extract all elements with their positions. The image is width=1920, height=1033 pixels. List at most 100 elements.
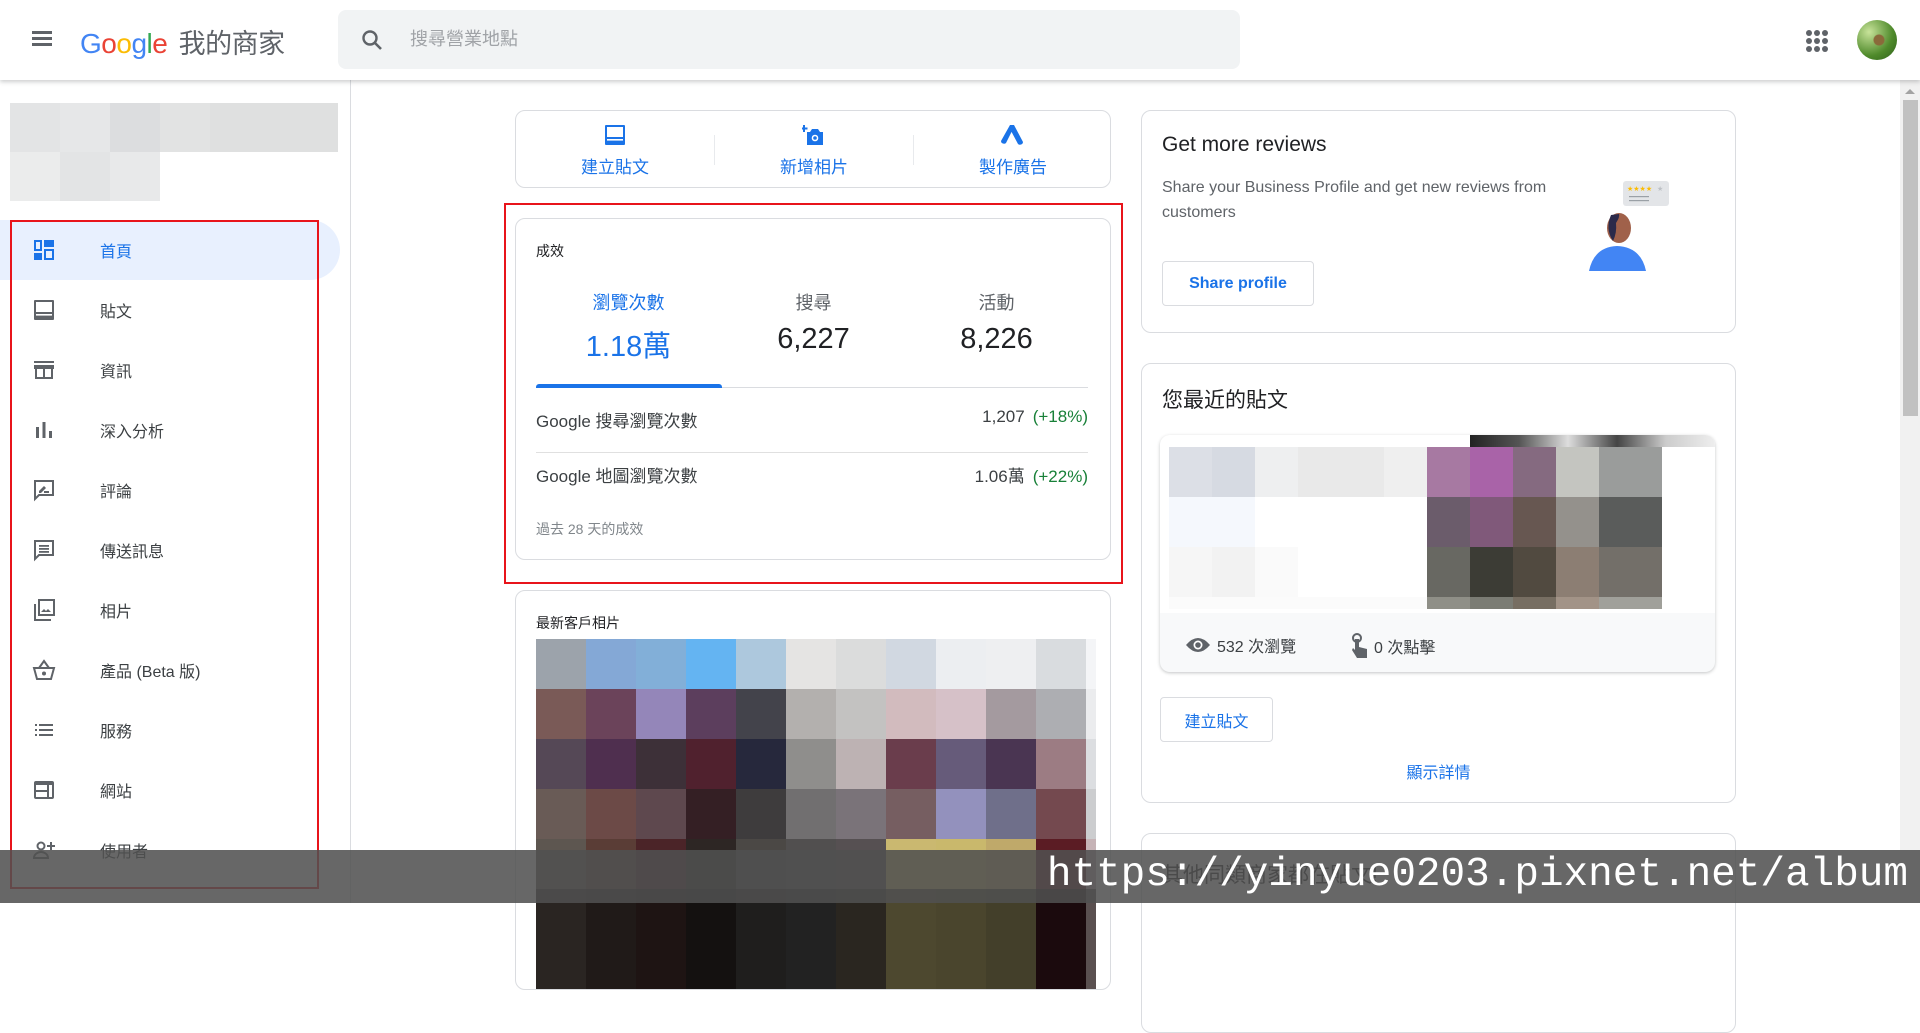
google-ads-icon [1001,125,1023,145]
sidebar-item-label: 評論 [100,484,133,501]
apps-grid-icon[interactable] [1806,30,1828,52]
photo-pixel [786,689,836,739]
post-image-pixel [1642,597,1662,609]
sidebar-item-posts[interactable]: 貼文 [0,280,340,340]
post-image-pixel [1470,497,1513,547]
photo-pixel [836,789,886,839]
photo-pixel [636,639,686,689]
add-photo-action[interactable]: 新增相片 [715,111,913,189]
storefront-icon [34,361,54,379]
sidebar-item-info[interactable]: 資訊 [0,340,340,400]
search-input[interactable] [410,10,1210,69]
post-icon [605,125,625,145]
search-icon[interactable] [360,28,384,52]
post-image-pixel [1255,547,1298,597]
post-image-pixel [1642,497,1662,547]
sidebar-nav: 首頁 貼文 資訊 深入分析 評論 傳送訊息 相片 產品 (Beta 版) 服務 … [0,220,340,880]
app-header: Google 我的商家 [0,0,1920,80]
post-image-pixel [1556,497,1599,547]
share-profile-button[interactable]: Share profile [1162,261,1314,306]
metric-value: 1,207 [982,407,1025,426]
sidebar-item-label: 資訊 [100,364,133,381]
photo-pixel [686,639,736,689]
search-bar[interactable] [338,10,1240,69]
photo-pixel [936,739,986,789]
sidebar-item-insights[interactable]: 深入分析 [0,400,340,460]
post-image-pixel [1470,447,1513,497]
post-image-pixel [1427,497,1470,547]
customer-photos-card: 最新客戶相片 [515,590,1111,990]
post-image-pixel [1298,447,1341,497]
account-avatar[interactable] [1857,20,1897,60]
logo-letter: e [152,28,168,59]
post-image-pixel [1642,447,1662,497]
post-image-pixel [1599,497,1642,547]
quick-actions-card: 建立貼文 新增相片 製作廣告 [515,110,1111,188]
sidebar-item-website[interactable]: 網站 [0,760,340,820]
create-ad-action[interactable]: 製作廣告 [914,111,1112,189]
photo-pixel [1036,639,1086,689]
sidebar-item-label: 貼文 [100,304,133,321]
customer-photos-grid[interactable] [536,639,1096,989]
vertical-scrollbar[interactable] [1900,80,1920,903]
watermark-text: https://yinyue0203.pixnet.net/album [1046,852,1908,898]
post-icon [34,300,54,320]
hamburger-menu-icon[interactable] [30,28,54,52]
post-image-pixel [1470,597,1513,609]
performance-card: 成效 瀏覽次數 1.18萬 搜尋 6,227 活動 8,226 Google 搜… [515,218,1111,560]
post-preview[interactable]: 532 次瀏覽 0 次點擊 [1160,435,1715,672]
create-post-action[interactable]: 建立貼文 [516,111,714,189]
photo-pixel [836,739,886,789]
photo-pixel [786,789,836,839]
scroll-up-arrow-icon[interactable] [1905,89,1915,94]
sidebar-item-photos[interactable]: 相片 [0,580,340,640]
tab-label: 活動 [978,293,1015,313]
product-name: 我的商家 [178,29,286,59]
sidebar-item-messages[interactable]: 傳送訊息 [0,520,340,580]
photo-pixel [586,939,636,989]
google-my-business-logo[interactable]: Google 我的商家 [80,22,285,61]
photo-pixel [586,739,636,789]
tab-searches[interactable]: 搜尋 6,227 [721,289,906,379]
photo-pixel [586,689,636,739]
post-image-pixel [1341,497,1384,547]
tab-views[interactable]: 瀏覽次數 1.18萬 [536,289,721,379]
create-post-button[interactable]: 建立貼文 [1160,697,1273,742]
photo-pixel [636,689,686,739]
photo-pixel [886,739,936,789]
photo-pixel [736,939,786,989]
metric-row: Google 搜尋瀏覽次數 1,207 (+18%) [536,389,1088,444]
sidebar-item-home[interactable]: 首頁 [0,220,340,280]
scrollbar-thumb[interactable] [1903,100,1918,416]
sidebar-item-label: 服務 [100,724,133,741]
sidebar-item-services[interactable]: 服務 [0,700,340,760]
post-image-pixel [1255,447,1298,497]
photo-pixel [836,689,886,739]
tab-activity[interactable]: 活動 8,226 [904,289,1089,379]
sidebar-item-products[interactable]: 產品 (Beta 版) [0,640,340,700]
post-image-pixel [1212,497,1255,547]
photo-pixel [1086,789,1096,839]
photo-pixel [936,939,986,989]
post-image-pixel [1599,447,1642,497]
post-stats: 532 次瀏覽 0 次點擊 [1160,613,1715,672]
photo-pixel [536,939,586,989]
watermark-overlay: https://yinyue0203.pixnet.net/album [0,850,1920,903]
post-image [1160,435,1715,613]
post-image-pixel [1169,547,1212,597]
sidebar-item-label: 網站 [100,784,133,801]
business-name-blurred [10,103,338,201]
metric-row: Google 地圖瀏覽次數 1.06萬 (+22%) [536,444,1088,499]
logo-letter: G [80,28,102,59]
reviews-card-description: Share your Business Profile and get new … [1162,179,1547,221]
post-image-pixel [1169,597,1212,609]
logo-letter: g [131,28,147,59]
tab-value: 1.18萬 [585,331,672,363]
review-illustration: ★★★★ ★ [1589,181,1669,271]
action-label: 製作廣告 [979,158,1047,177]
show-details-link[interactable]: 顯示詳情 [1406,765,1470,782]
post-image-pixel [1212,547,1255,597]
post-image-pixels [1169,447,1662,609]
sidebar-item-reviews[interactable]: 評論 [0,460,340,520]
post-image-strip [1470,435,1715,447]
